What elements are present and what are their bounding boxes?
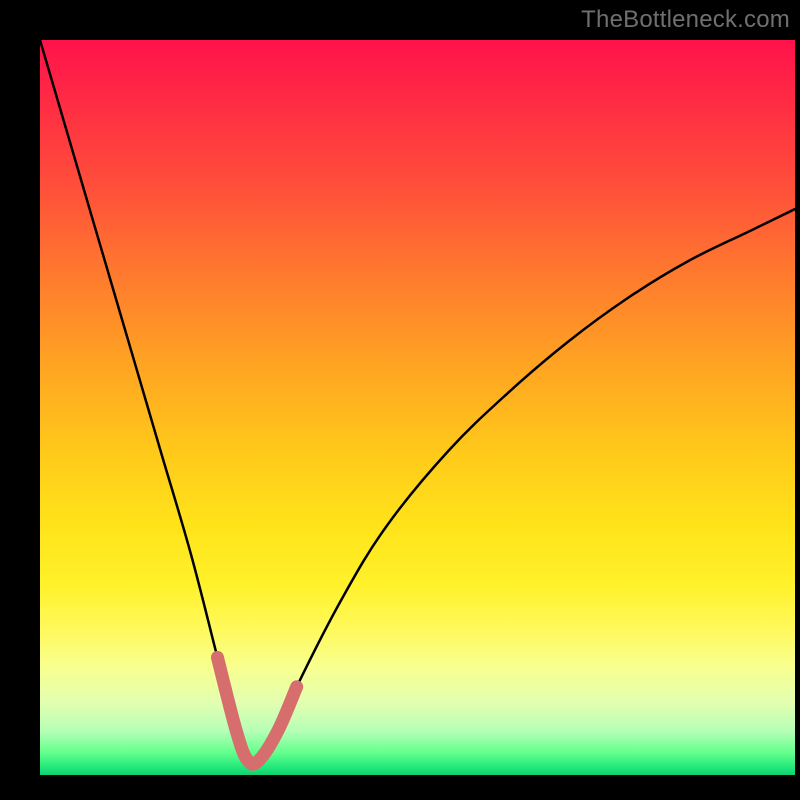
chart-stage: TheBottleneck.com: [0, 0, 800, 800]
curve-layer: [40, 40, 795, 775]
bottleneck-highlight: [217, 657, 296, 764]
bottleneck-curve: [40, 40, 795, 764]
watermark-text: TheBottleneck.com: [581, 6, 790, 34]
plot-area: [40, 40, 795, 775]
